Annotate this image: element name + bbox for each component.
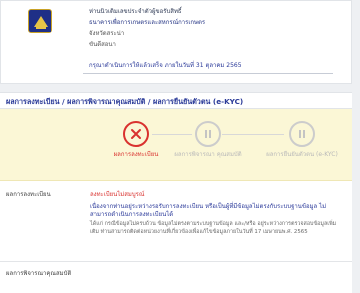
step-ekyc: ผลการยืนยันตัวตน (e-KYC): [262, 121, 342, 159]
status-details: ผลการลงทะเบียน ลงทะเบียนไม่สมบูรณ์ เนื่อ…: [0, 181, 352, 293]
divider: [83, 73, 333, 74]
step-qualification: ผลการพิจารณา คุณสมบัติ: [168, 121, 248, 159]
address-line-2: ธนาคารเพื่อการเกษตรและสหกรณ์การเกษตร: [89, 19, 206, 26]
step-label: ผลการพิจารณา คุณสมบัติ: [174, 151, 242, 158]
deadline-notice: กรุณาดำเนินการให้แล้วเสร็จ ภายในวันที่ 3…: [89, 62, 242, 69]
step-label: ผลการลงทะเบียน: [113, 151, 159, 158]
registration-result-status: ลงทะเบียนไม่สมบูรณ์: [90, 191, 145, 198]
status-section-header: ผลการลงทะเบียน / ผลการพิจารณาคุณสมบัติ /…: [0, 92, 352, 109]
status-section-title: ผลการลงทะเบียน / ผลการพิจารณาคุณสมบัติ /…: [6, 97, 244, 106]
x-icon: [123, 121, 149, 147]
pause-icon: [289, 121, 315, 147]
status-steps-panel: ผลการลงทะเบียน ผลการพิจารณา คุณสมบัติ ผล…: [0, 109, 352, 181]
address-line-3: จังหวัดสระน่า: [89, 30, 125, 37]
registration-result-label: ผลการลงทะเบียน: [6, 191, 51, 198]
agency-logo-icon: [28, 9, 52, 33]
registration-result-reason: เนื่องจากท่านอยู่ระหว่างรอรับการลงทะเบีย…: [90, 203, 327, 218]
pause-icon: [195, 121, 221, 147]
step-registration: ผลการลงทะเบียน: [96, 121, 176, 159]
applicant-info-card: ห่านนิวเดิมเลขประจำตัวผู้ขอรับสิทธิ์ ธนา…: [0, 0, 352, 84]
qualification-result-label: ผลการพิจารณาคุณสมบัติ: [6, 270, 72, 277]
registration-result-note: ได้แก่ กรณีข้อมูลไม่ครบถ้วน ข้อมูลไม่ตรง…: [90, 221, 337, 235]
address-line-4: ขันดีสอนา: [89, 41, 116, 48]
step-label: ผลการยืนยันตัวตน (e-KYC): [266, 151, 338, 158]
address-line-1: ห่านนิวเดิมเลขประจำตัวผู้ขอรับสิทธิ์: [89, 8, 182, 15]
row-divider: [0, 261, 352, 262]
